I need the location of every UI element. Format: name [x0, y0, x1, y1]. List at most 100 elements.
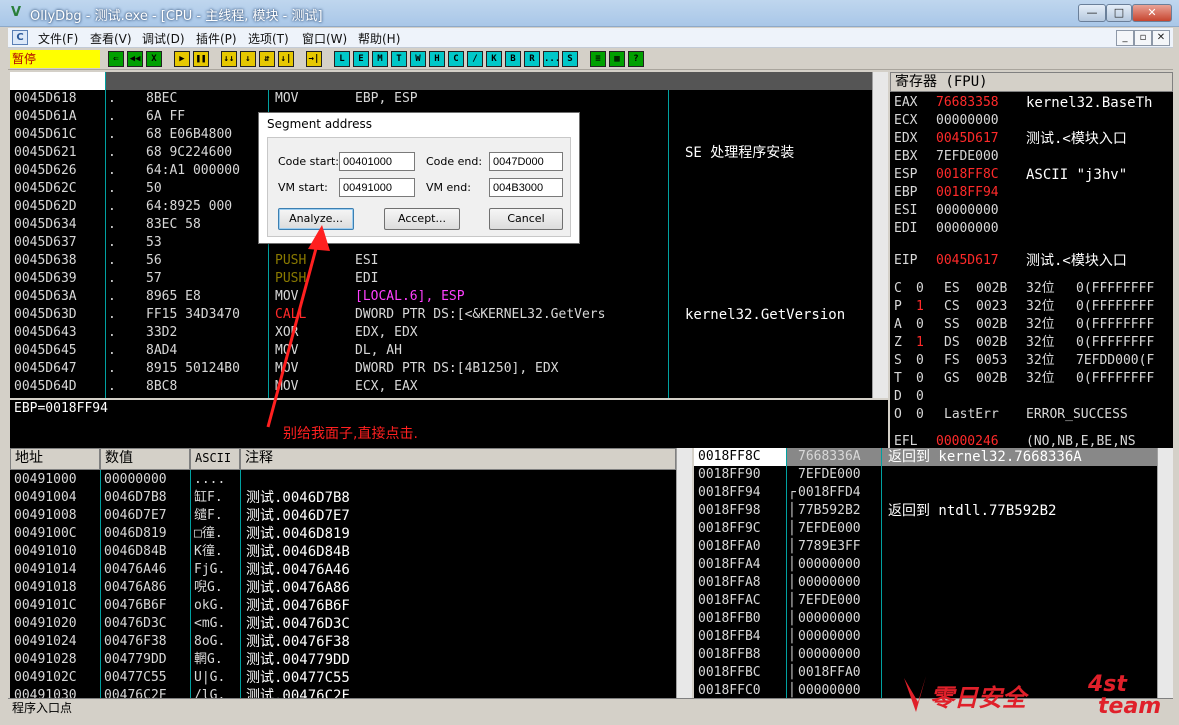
- toolbar-button[interactable]: ⇵: [259, 51, 275, 67]
- toolbar-button-xxx[interactable]: ...: [543, 51, 560, 67]
- vm-start-input[interactable]: [339, 178, 415, 197]
- dump-address[interactable]: 00491014: [14, 561, 77, 579]
- dump-value[interactable]: 00476D3C: [104, 615, 167, 633]
- toolbar-button-t[interactable]: T: [391, 51, 407, 67]
- stack-address[interactable]: 0018FFAC: [698, 592, 761, 610]
- menu-file[interactable]: 文件(F): [38, 30, 78, 47]
- toolbar-button[interactable]: X: [146, 51, 162, 67]
- dump-value[interactable]: 0046D7E7: [104, 507, 167, 525]
- instruction-address[interactable]: 0045D61C: [14, 126, 77, 144]
- register-value[interactable]: 0045D617: [936, 252, 999, 270]
- register-value[interactable]: 76683358: [936, 94, 999, 112]
- toolbar-button-w[interactable]: W: [410, 51, 426, 67]
- toolbar-button[interactable]: ▶: [174, 51, 190, 67]
- instruction-address[interactable]: 0045D621: [14, 144, 77, 162]
- stack-address[interactable]: 0018FFB0: [698, 610, 761, 628]
- cancel-button[interactable]: Cancel: [489, 208, 563, 230]
- stack-value[interactable]: 0018FFD4: [798, 484, 861, 502]
- stack-value[interactable]: 7668336A: [798, 448, 861, 466]
- stack-value[interactable]: 00000000: [798, 574, 861, 592]
- menu-view[interactable]: 查看(V): [90, 30, 132, 47]
- minimize-button[interactable]: —: [1078, 4, 1106, 22]
- dump-header-ascii[interactable]: ASCII: [190, 448, 240, 470]
- toolbar-button[interactable]: ⇐: [108, 51, 124, 67]
- stack-address[interactable]: 0018FFBC: [698, 664, 761, 682]
- toolbar-button-c[interactable]: C: [448, 51, 464, 67]
- toolbar-button-e[interactable]: E: [353, 51, 369, 67]
- mdi-restore-button[interactable]: ▫: [1134, 30, 1152, 46]
- stack-address[interactable]: 0018FFB4: [698, 628, 761, 646]
- toolbar-button-r[interactable]: R: [524, 51, 540, 67]
- memory-dump-panel[interactable]: 地址 数值 ASCII 注释 00491000 00000000.... 00491…: [10, 448, 692, 704]
- dump-address[interactable]: 00491024: [14, 633, 77, 651]
- toolbar-button-m[interactable]: M: [372, 51, 388, 67]
- dump-value[interactable]: 0046D84B: [104, 543, 167, 561]
- instruction-address[interactable]: 0045D63D: [14, 306, 77, 324]
- instruction-address[interactable]: 0045D626: [14, 162, 77, 180]
- dump-address[interactable]: 00491004: [14, 489, 77, 507]
- stack-value[interactable]: 0018FFA0: [798, 664, 861, 682]
- flag-value[interactable]: 0: [916, 316, 924, 334]
- maximize-button[interactable]: □: [1106, 4, 1132, 22]
- dump-value[interactable]: 00476A46: [104, 561, 167, 579]
- dump-value[interactable]: 00476F38: [104, 633, 167, 651]
- toolbar-button[interactable]: →|: [306, 51, 322, 67]
- dump-address[interactable]: 00491010: [14, 543, 77, 561]
- instruction-address[interactable]: 0045D64D: [14, 378, 77, 396]
- stack-address[interactable]: 0018FF90: [698, 466, 761, 484]
- dump-address[interactable]: 00491000: [14, 471, 77, 489]
- register-value[interactable]: 00000000: [936, 112, 999, 130]
- code-end-input[interactable]: [489, 152, 563, 171]
- toolbar-button[interactable]: ↓: [240, 51, 256, 67]
- toolbar-button-k[interactable]: K: [486, 51, 502, 67]
- menu-help[interactable]: 帮助(H): [358, 30, 400, 47]
- stack-address[interactable]: 0018FFA4: [698, 556, 761, 574]
- stack-value[interactable]: 00000000: [798, 556, 861, 574]
- stack-address[interactable]: 0018FF8C: [698, 448, 761, 466]
- instruction-address[interactable]: 0045D634: [14, 216, 77, 234]
- dump-address[interactable]: 00491008: [14, 507, 77, 525]
- instruction-address[interactable]: 0045D62C: [14, 180, 77, 198]
- stack-value[interactable]: 00000000: [798, 646, 861, 664]
- menu-debug[interactable]: 调试(D): [142, 30, 185, 47]
- dump-scrollbar[interactable]: [676, 448, 692, 698]
- flag-value[interactable]: 0: [916, 406, 924, 424]
- stack-value[interactable]: 7EFDE000: [798, 466, 861, 484]
- instruction-address[interactable]: 0045D639: [14, 270, 77, 288]
- instruction-address[interactable]: 0045D637: [14, 234, 77, 252]
- cpu-window-icon[interactable]: C: [12, 30, 28, 45]
- instruction-address[interactable]: 0045D61A: [14, 108, 77, 126]
- stack-value[interactable]: 00000000: [798, 610, 861, 628]
- toolbar-button-x[interactable]: /: [467, 51, 483, 67]
- stack-value[interactable]: 7EFDE000: [798, 592, 861, 610]
- stack-value[interactable]: 7789E3FF: [798, 538, 861, 556]
- stack-scrollbar[interactable]: [1157, 448, 1173, 698]
- dump-address[interactable]: 0049100C: [14, 525, 77, 543]
- registers-panel[interactable]: 寄存器 (FPU) EAX 76683358 kernel32.BaseTh ECX 0…: [890, 72, 1173, 449]
- dump-address[interactable]: 00491028: [14, 651, 77, 669]
- flag-value[interactable]: 0: [916, 352, 924, 370]
- dump-value[interactable]: 004779DD: [104, 651, 167, 669]
- stack-panel[interactable]: 0018FF8C 7668336A 返回到 kernel32.7668336A 001…: [694, 448, 1173, 698]
- menu-window[interactable]: 窗口(W): [302, 30, 347, 47]
- stack-address[interactable]: 0018FF98: [698, 502, 761, 520]
- dump-address[interactable]: 00491020: [14, 615, 77, 633]
- instruction-address[interactable]: 0045D638: [14, 252, 77, 270]
- instruction-address[interactable]: 0045D645: [14, 342, 77, 360]
- toolbar-button-h[interactable]: H: [429, 51, 445, 67]
- dump-value[interactable]: 00476B6F: [104, 597, 167, 615]
- dump-address[interactable]: 00491018: [14, 579, 77, 597]
- dump-value[interactable]: 0046D819: [104, 525, 167, 543]
- toolbar-button[interactable]: ↓|: [278, 51, 294, 67]
- instruction-address[interactable]: 0045D62D: [14, 198, 77, 216]
- register-value[interactable]: 0045D617: [936, 130, 999, 148]
- accept-button[interactable]: Accept...: [384, 208, 460, 230]
- mdi-close-button[interactable]: ✕: [1152, 30, 1170, 46]
- stack-value[interactable]: 00000000: [798, 628, 861, 646]
- dump-value[interactable]: 00000000: [104, 471, 167, 489]
- toolbar-button-s[interactable]: S: [562, 51, 578, 67]
- mdi-minimize-button[interactable]: _: [1116, 30, 1134, 46]
- instruction-address[interactable]: 0045D618: [14, 90, 77, 108]
- toolbar-button[interactable]: ◀◀: [127, 51, 143, 67]
- toolbar-button[interactable]: ↓↓: [221, 51, 237, 67]
